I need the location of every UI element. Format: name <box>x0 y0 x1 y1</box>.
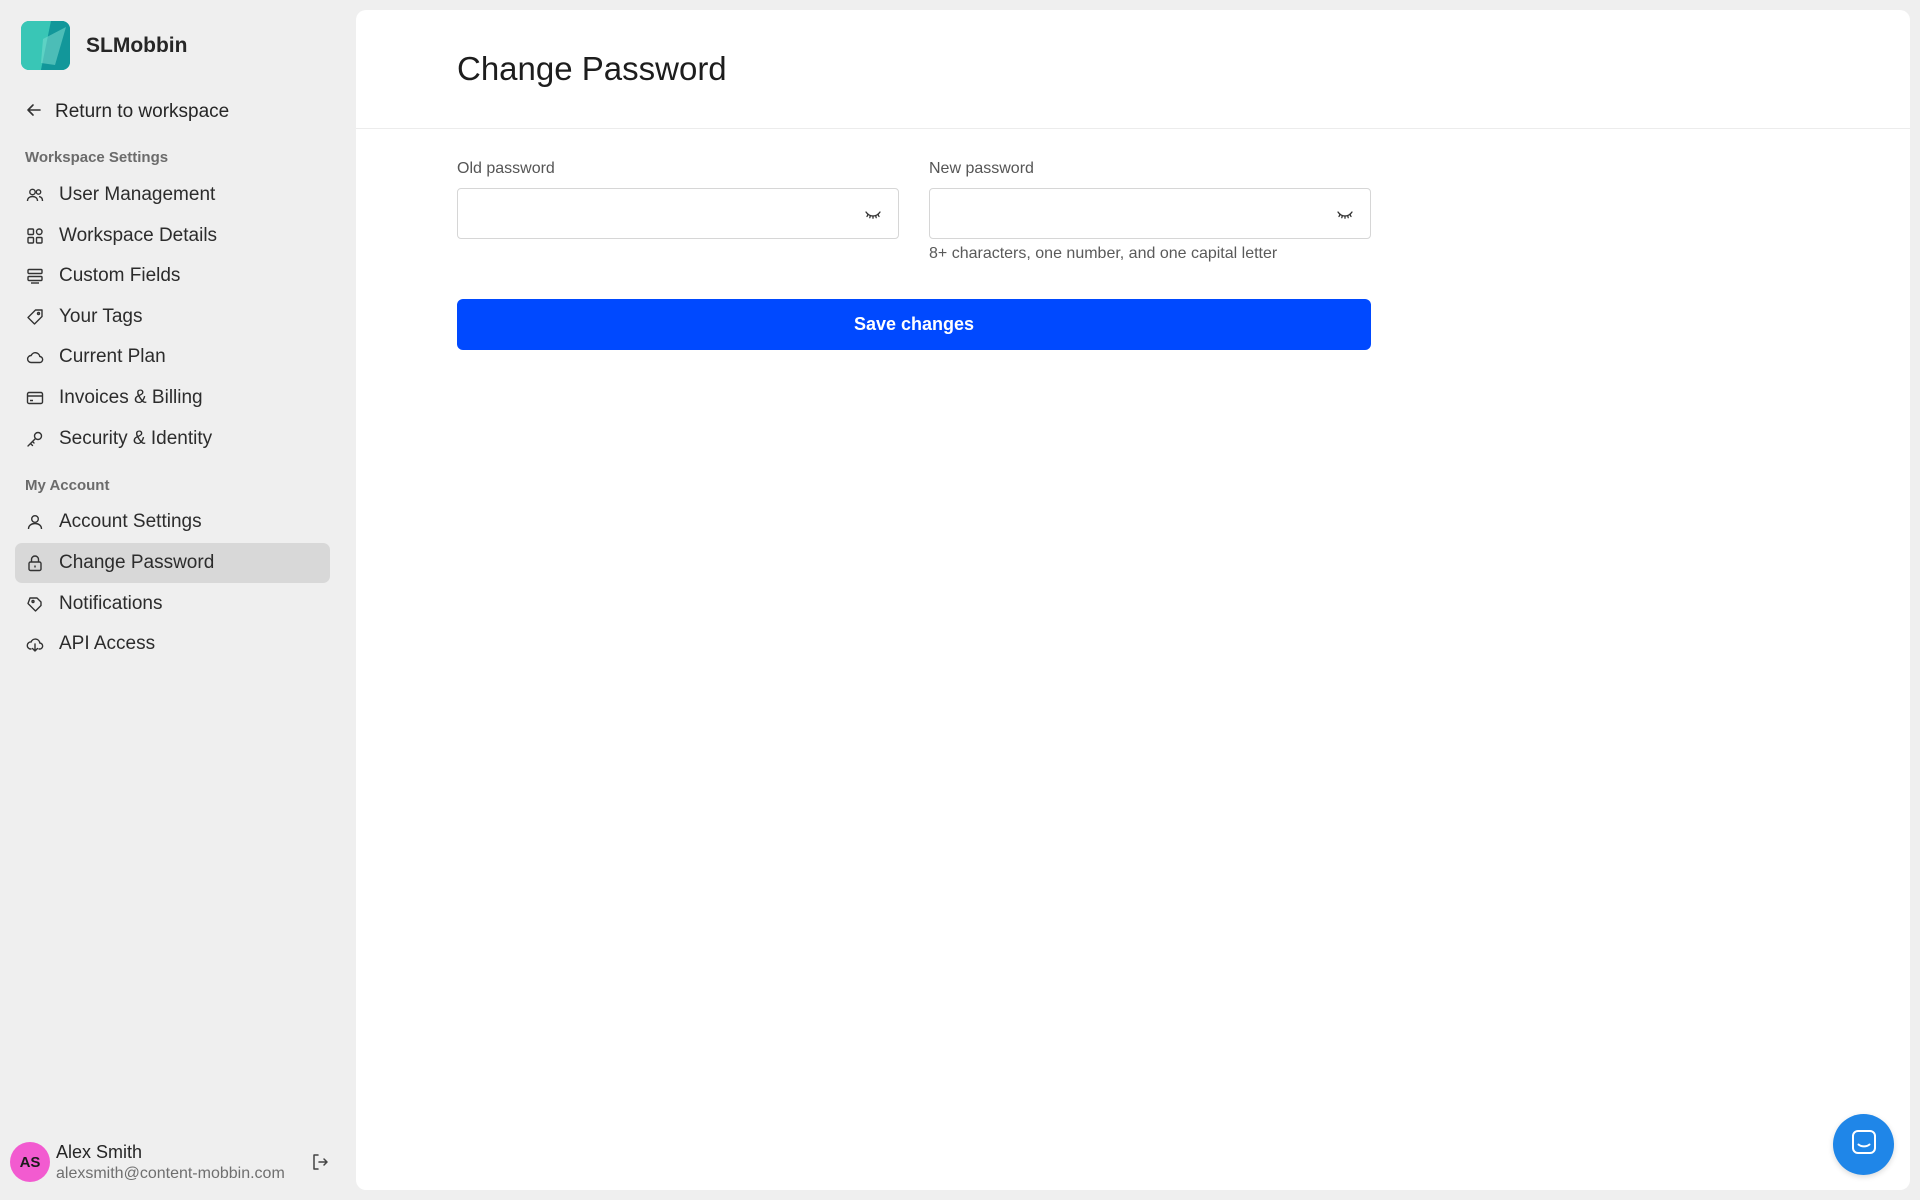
sidebar-item-label: Your Tags <box>59 306 143 327</box>
sidebar-item-your-tags[interactable]: Your Tags <box>15 297 330 337</box>
sidebar-item-label: Security & Identity <box>59 428 213 449</box>
sidebar-item-api-access[interactable]: API Access <box>15 624 330 664</box>
new-password-label: New password <box>929 160 1034 177</box>
chat-support-button[interactable] <box>1833 1114 1894 1175</box>
user-name: Alex Smith <box>56 1141 143 1162</box>
arrow-left-icon <box>25 101 43 124</box>
page-title: Change Password <box>457 50 727 87</box>
brand-name: SLMobbin <box>86 33 188 57</box>
sidebar-item-change-password[interactable]: Change Password <box>15 543 330 583</box>
sidebar-item-label: User Management <box>59 184 216 205</box>
card-icon <box>26 389 44 407</box>
sidebar-item-label: Change Password <box>59 552 215 573</box>
user-icon <box>26 513 44 531</box>
old-password-input[interactable] <box>458 189 898 238</box>
sidebar-item-invoices-billing[interactable]: Invoices & Billing <box>15 378 330 418</box>
sidebar-item-label: Notifications <box>59 593 163 614</box>
sidebar-item-account-settings[interactable]: Account Settings <box>15 502 330 542</box>
my-account-heading: My Account <box>25 477 110 494</box>
sidebar-item-notifications[interactable]: Notifications <box>15 584 330 624</box>
sidebar-item-workspace-details[interactable]: Workspace Details <box>15 216 330 256</box>
tag-icon <box>26 308 44 326</box>
return-to-workspace-link[interactable]: Return to workspace <box>25 99 229 125</box>
sidebar-item-label: Current Plan <box>59 346 166 367</box>
user-email: alexsmith@content-mobbin.com <box>56 1164 285 1182</box>
cloud-download-icon <box>26 635 44 653</box>
page-header: Change Password <box>356 10 1910 129</box>
old-password-label: Old password <box>457 160 555 177</box>
logout-icon[interactable] <box>310 1152 330 1172</box>
eye-closed-icon[interactable] <box>1336 207 1354 221</box>
lock-icon <box>26 554 44 572</box>
return-to-workspace-label: Return to workspace <box>55 101 230 122</box>
grid-icon <box>26 227 44 245</box>
old-password-field: Old password <box>457 160 899 239</box>
sidebar-item-security-identity[interactable]: Security & Identity <box>15 419 330 459</box>
sidebar: SLMobbin Return to workspace Workspace S… <box>0 0 356 1200</box>
workspace-settings-heading: Workspace Settings <box>25 149 169 166</box>
sidebar-item-current-plan[interactable]: Current Plan <box>15 337 330 377</box>
user-info: Alex Smith alexsmith@content-mobbin.com <box>56 1142 285 1183</box>
sidebar-item-user-management[interactable]: User Management <box>15 175 330 215</box>
main-panel: Change Password Old password New passwor… <box>356 10 1910 1190</box>
brand-logo <box>21 21 70 70</box>
avatar[interactable]: AS <box>10 1142 50 1182</box>
cloud-icon <box>26 348 44 366</box>
sidebar-item-label: API Access <box>59 633 156 654</box>
password-requirements-hint: 8+ characters, one number, and one capit… <box>929 245 1278 262</box>
eye-closed-icon[interactable] <box>864 207 882 221</box>
user-profile: AS Alex Smith alexsmith@content-mobbin.c… <box>10 1140 340 1184</box>
new-password-field: New password 8+ characters, one number, … <box>929 160 1371 263</box>
sidebar-item-custom-fields[interactable]: Custom Fields <box>15 256 330 296</box>
sidebar-item-label: Custom Fields <box>59 265 181 286</box>
bell-icon <box>26 595 44 613</box>
users-icon <box>26 186 44 204</box>
brand[interactable]: SLMobbin <box>21 21 187 70</box>
chat-icon <box>1850 1128 1878 1161</box>
old-password-input-wrapper <box>457 188 899 239</box>
save-changes-button[interactable]: Save changes <box>457 299 1371 350</box>
fields-icon <box>26 267 44 285</box>
new-password-input[interactable] <box>930 189 1370 238</box>
key-icon <box>26 430 44 448</box>
sidebar-item-label: Workspace Details <box>59 225 218 246</box>
sidebar-item-label: Account Settings <box>59 511 202 532</box>
new-password-input-wrapper <box>929 188 1371 239</box>
sidebar-item-label: Invoices & Billing <box>59 387 203 408</box>
